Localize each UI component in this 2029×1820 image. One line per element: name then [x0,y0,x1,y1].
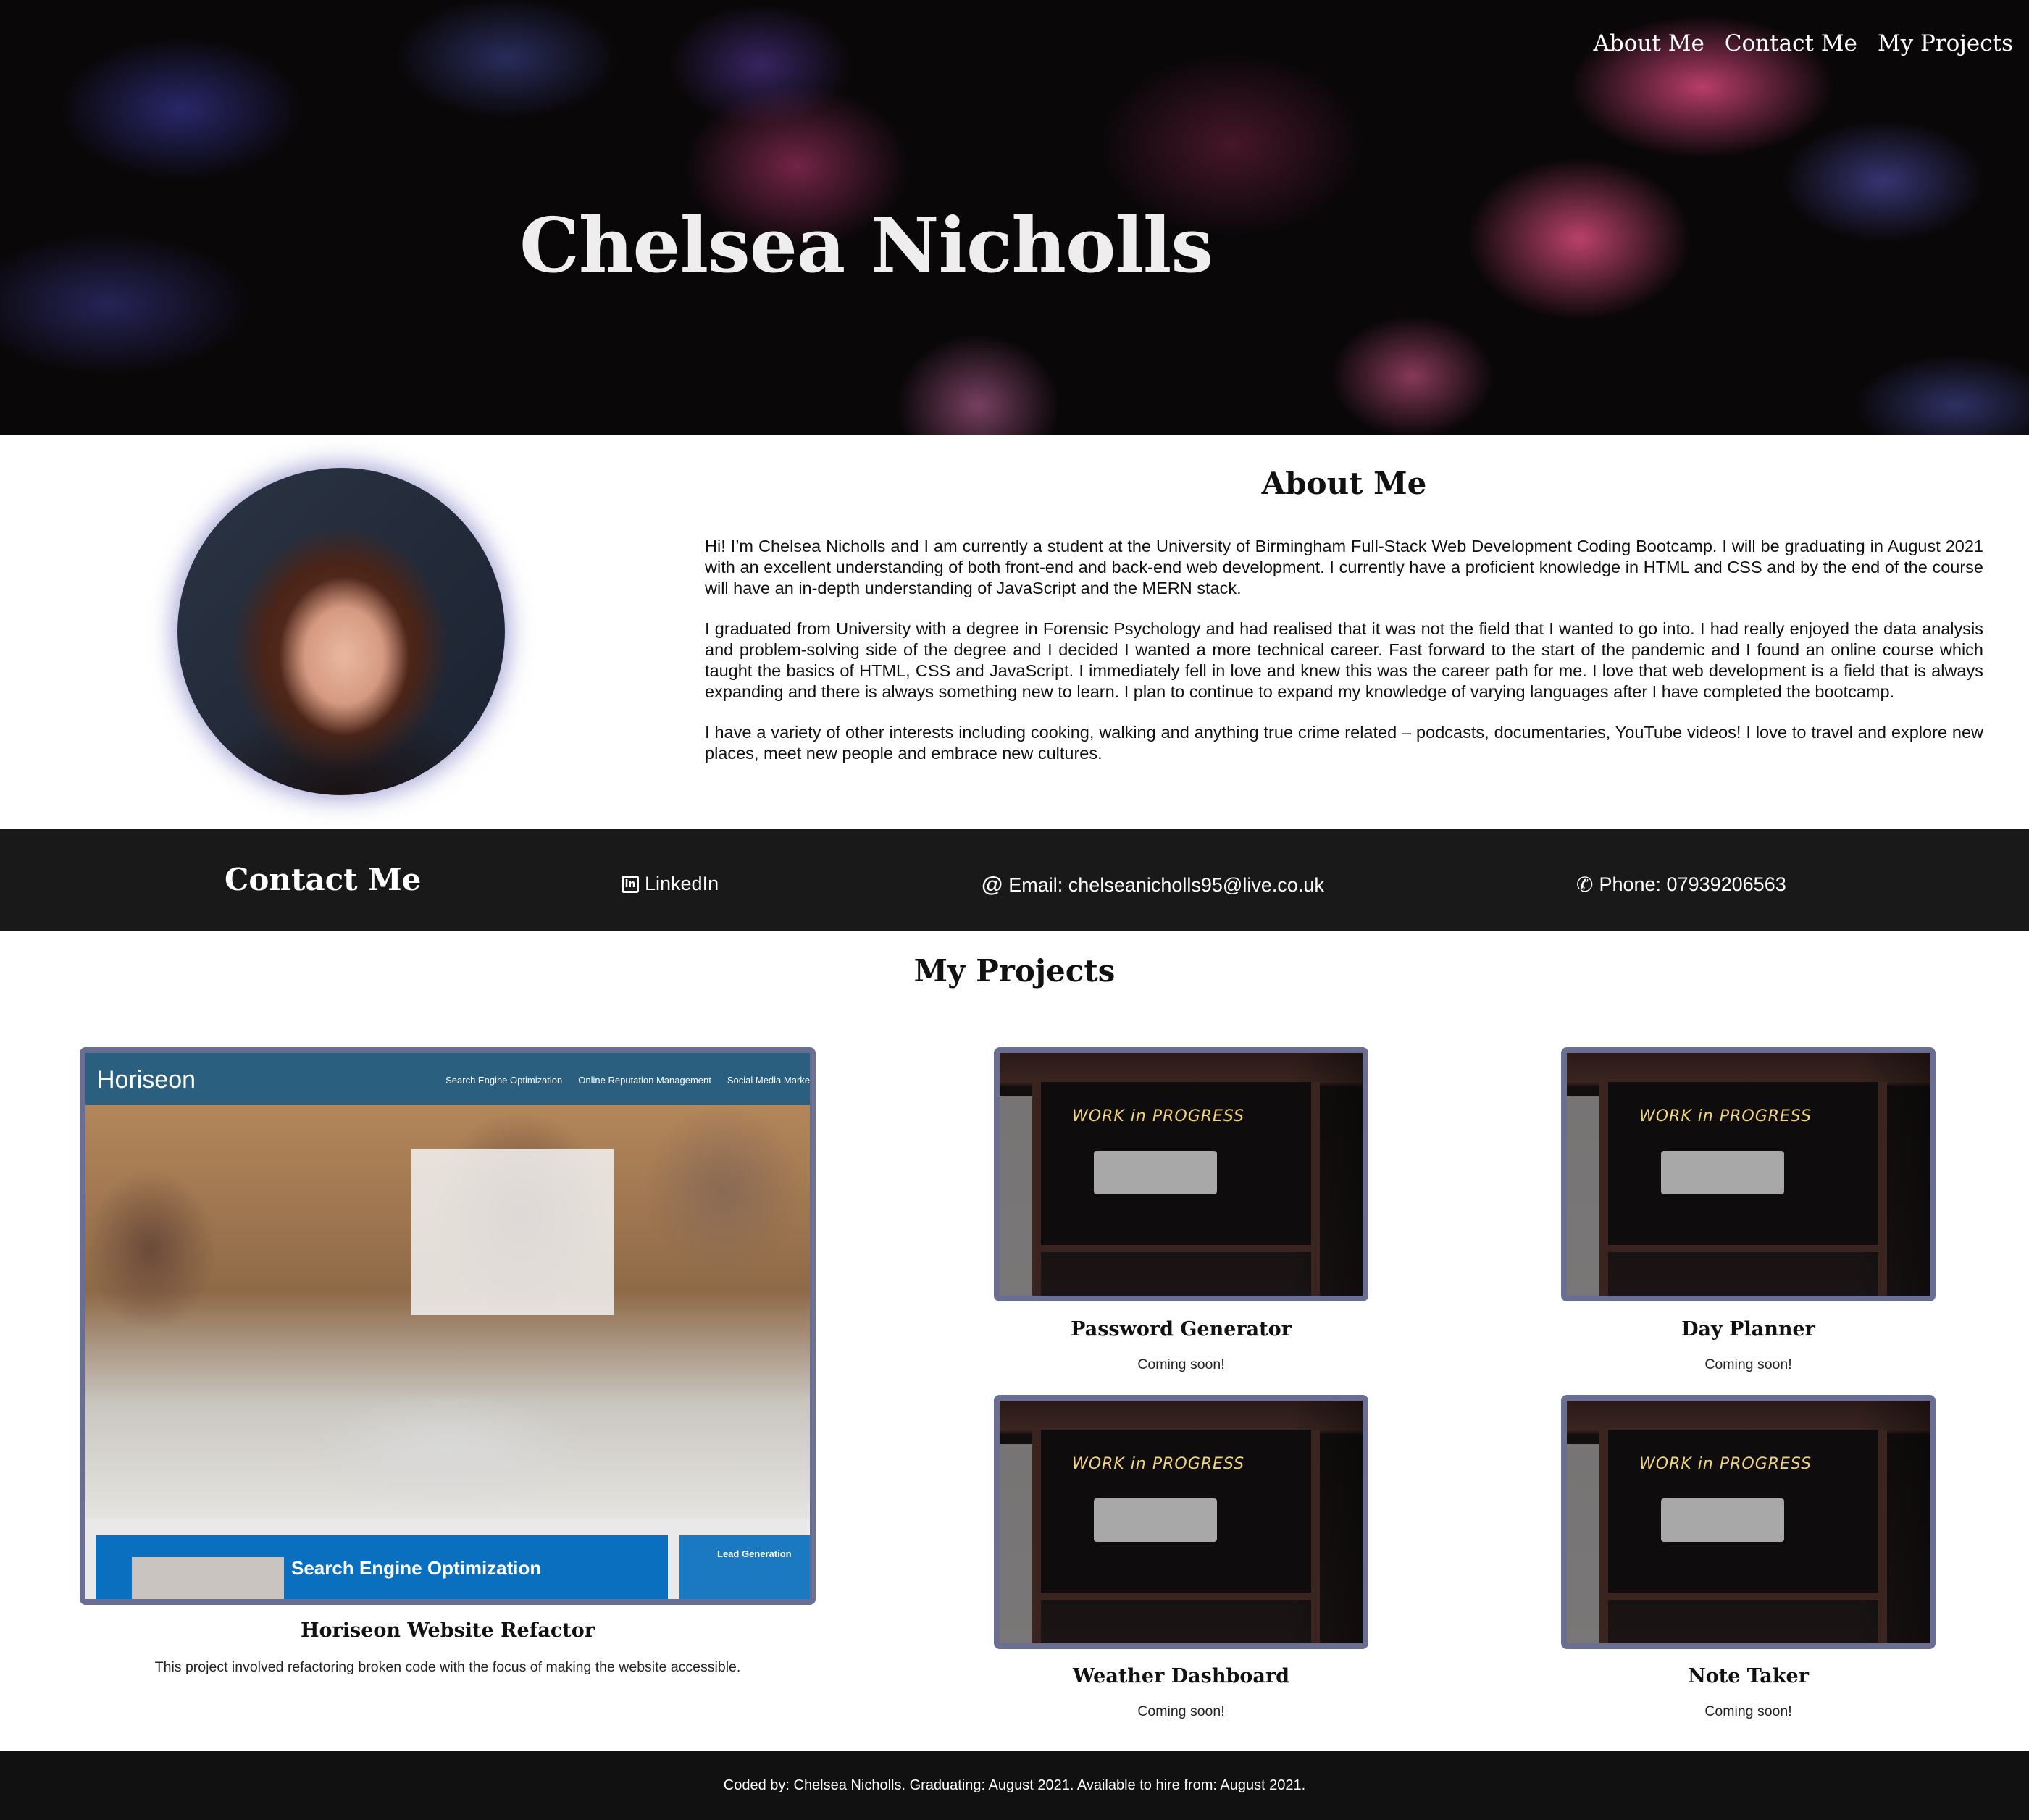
project-password-generator-image[interactable]: WORK in PROGRESS [994,1047,1368,1301]
project-horiseon-image[interactable]: Horiseon Search Engine Optimization Onli… [80,1047,816,1605]
horiseon-seo-banner: Search Engine Optimization [96,1535,668,1599]
wip-frame [1311,1430,1320,1643]
wip-frame [1311,1082,1320,1296]
project-title: Note Taker [1688,1665,1809,1687]
phone-label: Phone: 07939206563 [1599,873,1786,895]
horiseon-nav: Search Engine Optimization Online Reputa… [445,1075,810,1086]
hero-title-wrap: Chelsea Nicholls [0,201,2029,290]
wip-frame [1599,1593,1887,1600]
phone-icon: ✆ [1576,873,1594,896]
project-title: Day Planner [1681,1318,1815,1341]
main-nav: About Me Contact Me My Projects [1594,30,2013,56]
wip-frame [1032,1430,1041,1643]
project-description: This project involved refactoring broken… [154,1659,741,1675]
wip-side-light [1567,1096,1599,1296]
email-label: Email: chelseanicholls95@live.co.uk [1008,873,1324,896]
horiseon-header: Horiseon Search Engine Optimization Onli… [85,1053,810,1105]
project-weather-dashboard-image[interactable]: WORK in PROGRESS [994,1395,1368,1649]
phone-link[interactable]: ✆ Phone: 07939206563 [1576,873,1786,897]
about-heading: About Me [1261,466,1427,501]
horiseon-lead-title: Lead Generation [717,1548,792,1559]
horiseon-hero-photo [85,1105,810,1519]
wip-figure [1094,1498,1217,1542]
at-icon: @ [982,873,1003,897]
wip-figure [1661,1498,1784,1542]
horiseon-nav-link: Social Media Marke [727,1075,810,1086]
wip-frame [1599,1430,1608,1643]
project-description: Coming soon! [1704,1356,1792,1372]
about-paragraph: I have a variety of other interests incl… [705,723,1983,763]
hero-banner: About Me Contact Me My Projects Chelsea … [0,0,2029,435]
wip-frame [1878,1082,1887,1296]
wip-side-light [1000,1096,1032,1296]
contact-heading: Contact Me [225,862,422,897]
wip-frame [1878,1430,1887,1643]
wip-frame [1599,1082,1608,1296]
wip-frame [1032,1082,1041,1296]
horiseon-lead-panel: Lead Generation [679,1535,810,1599]
wip-figure [1094,1151,1217,1194]
nav-contact-me[interactable]: Contact Me [1725,30,1857,56]
wip-frame [1032,1593,1320,1600]
horiseon-logo: Horiseon [97,1066,196,1094]
projects-heading: My Projects [913,953,1116,989]
horiseon-seo-thumbnail [132,1557,284,1599]
nav-my-projects[interactable]: My Projects [1878,30,2013,56]
contact-bar: Contact Me in LinkedIn @ Email: chelsean… [0,829,2029,931]
wip-sign-text: WORK in PROGRESS [1639,1455,1812,1473]
horiseon-nav-link: Search Engine Optimization [445,1075,563,1086]
project-description: Coming soon! [1704,1703,1792,1719]
hero-title: Chelsea Nicholls [519,201,1213,290]
email-link[interactable]: @ Email: chelseanicholls95@live.co.uk [982,873,1324,897]
wip-side-light [1000,1444,1032,1643]
wip-sign-text: WORK in PROGRESS [1072,1107,1245,1125]
wip-figure [1661,1151,1784,1194]
wip-frame [1599,1245,1887,1252]
horiseon-nav-link: Online Reputation Management [578,1075,711,1086]
project-description: Coming soon! [1137,1356,1225,1372]
horiseon-seo-title: Search Engine Optimization [291,1557,542,1579]
avatar [177,468,505,795]
project-title: Horiseon Website Refactor [301,1619,595,1642]
linkedin-link[interactable]: in LinkedIn [622,873,719,895]
wip-sign-text: WORK in PROGRESS [1639,1107,1812,1125]
linkedin-icon: in [622,875,639,893]
horiseon-content: Search Engine Optimization Lead Generati… [85,1519,810,1599]
footer: Coded by: Chelsea Nicholls. Graduating: … [0,1751,2029,1820]
wip-sign-text: WORK in PROGRESS [1072,1455,1245,1473]
about-text: Hi! I’m Chelsea Nicholls and I am curren… [705,536,1983,784]
project-description: Coming soon! [1137,1703,1225,1719]
wip-side-light [1567,1444,1599,1643]
project-title: Password Generator [1071,1318,1292,1341]
project-title: Weather Dashboard [1073,1665,1289,1687]
nav-about-me[interactable]: About Me [1594,30,1704,56]
about-paragraph: I graduated from University with a degre… [705,619,1983,701]
linkedin-label: LinkedIn [645,873,719,894]
project-note-taker-image[interactable]: WORK in PROGRESS [1561,1395,1936,1649]
about-paragraph: Hi! I’m Chelsea Nicholls and I am curren… [705,537,1983,597]
wip-frame [1032,1245,1320,1252]
footer-text: Coded by: Chelsea Nicholls. Graduating: … [723,1777,1306,1793]
whiteboard [411,1149,614,1315]
project-day-planner-image[interactable]: WORK in PROGRESS [1561,1047,1936,1301]
